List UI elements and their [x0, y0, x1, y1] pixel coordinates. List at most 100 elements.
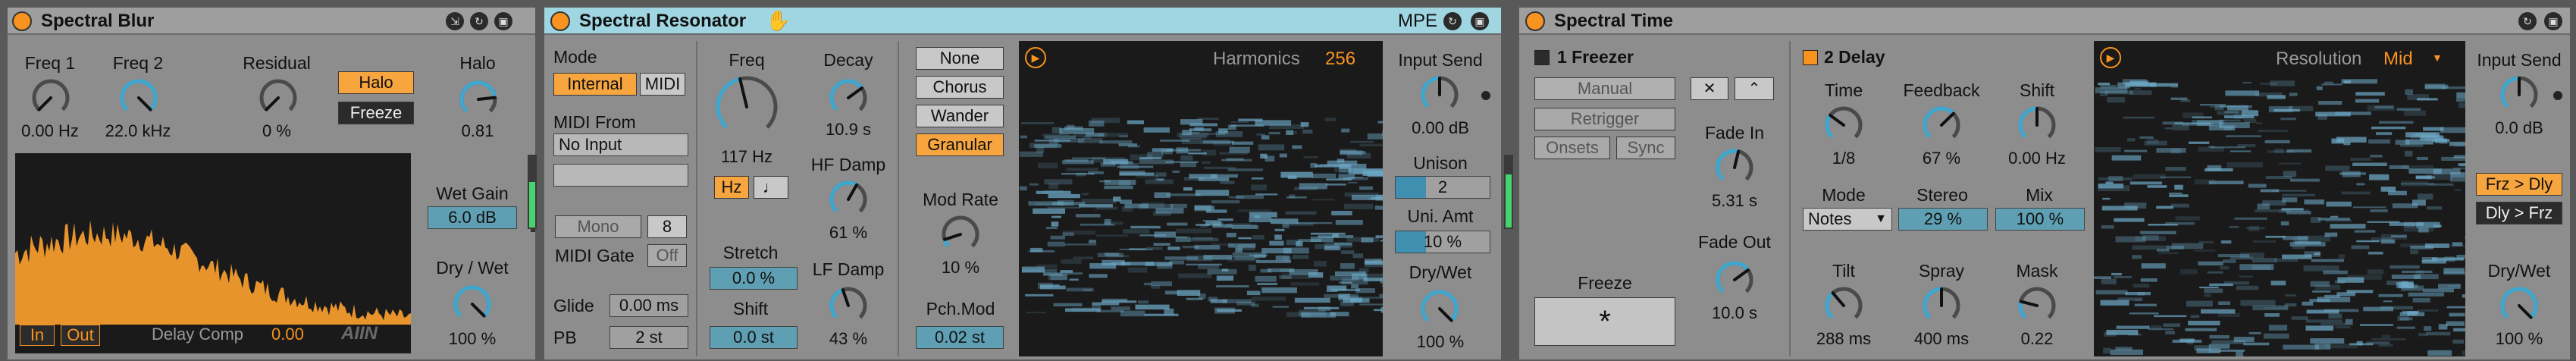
blur-freeze-button[interactable]: Freeze	[338, 102, 414, 124]
resonator-pchmod-field[interactable]: 0.02 st	[916, 326, 1004, 349]
resonator-drywet-knob[interactable]	[1419, 288, 1460, 329]
time-mix-field[interactable]: 100 %	[1995, 208, 2085, 231]
time-frz-dly-button[interactable]: Frz > Dly	[2476, 173, 2562, 196]
resonator-save-icon[interactable]: ▣	[1471, 12, 1489, 30]
spectral-blur-device: Spectral Blur ⇲ ↻ ▣ Freq 1 0.00 Hz Freq …	[6, 6, 537, 361]
time-spray-knob[interactable]	[1921, 285, 1962, 326]
resonator-midi-channel-select[interactable]	[553, 164, 688, 187]
blur-wet-gain-value: 6.0 dB	[448, 208, 497, 227]
time-shift-knob[interactable]	[2017, 105, 2057, 146]
resonator-stretch-field[interactable]: 0.0 %	[710, 267, 798, 290]
resonator-modrate-knob[interactable]	[940, 214, 981, 255]
blur-save-icon[interactable]: ▣	[494, 12, 512, 30]
resonator-decay-knob[interactable]	[828, 77, 869, 118]
blur-reset-icon[interactable]: ↻	[470, 12, 488, 30]
resonator-shift-field[interactable]: 0.0 st	[710, 326, 798, 349]
resonator-decay-value: 10.9 s	[826, 120, 871, 139]
blur-delay-comp-label: Delay Comp	[152, 325, 244, 344]
resonator-midi-gate-label: MIDI Gate	[555, 246, 635, 265]
resonator-mode-midi[interactable]: MIDI	[640, 73, 685, 96]
resonator-power-button[interactable]	[550, 11, 570, 31]
blur-out-button[interactable]: Out	[61, 325, 100, 346]
time-mask-knob[interactable]	[2017, 285, 2057, 326]
resonator-mod-none[interactable]: None	[916, 47, 1004, 70]
resonator-lfdamp-value: 43 %	[829, 329, 868, 348]
blur-power-button[interactable]	[12, 11, 32, 31]
divider	[1789, 41, 1791, 356]
resonator-voices-field[interactable]: 8	[647, 215, 687, 238]
time-power-button[interactable]	[1525, 11, 1545, 31]
time-sidechain-dot[interactable]	[2553, 91, 2562, 100]
time-retrigger-button[interactable]: Retrigger	[1534, 108, 1675, 130]
resonator-mode-internal[interactable]: Internal	[553, 73, 637, 96]
blur-drywet-knob[interactable]	[452, 284, 493, 325]
resonator-lfdamp-knob[interactable]	[828, 285, 869, 326]
resonator-hfdamp-knob[interactable]	[828, 179, 869, 220]
time-sync-button[interactable]: Sync	[1616, 137, 1675, 159]
resonator-play-icon[interactable]: ▶	[1025, 47, 1046, 68]
resonator-unison-field[interactable]: 2	[1395, 176, 1490, 199]
blur-hotswap-icon[interactable]: ⇲	[446, 12, 464, 30]
time-freeze-button[interactable]: *	[1534, 297, 1675, 346]
chevron-down-icon[interactable]: ▼	[2432, 52, 2443, 64]
time-fadeout-knob[interactable]	[1714, 259, 1755, 300]
time-fadein-knob[interactable]	[1714, 147, 1755, 188]
time-resolution-value[interactable]: Mid	[2383, 49, 2413, 70]
blur-residual-knob[interactable]	[258, 77, 299, 118]
time-drywet-knob[interactable]	[2499, 285, 2540, 326]
blur-halo-knob[interactable]	[458, 79, 499, 120]
resonator-title-bar: Spectral Resonator ✋ MPE ↻ ▣	[544, 8, 1501, 35]
resonator-hz-button[interactable]: Hz	[714, 176, 749, 199]
time-tilt-knob[interactable]	[1823, 285, 1864, 326]
freezer-checkbox[interactable]	[1534, 50, 1550, 65]
resonator-note-button[interactable]: ♩	[754, 176, 788, 199]
blur-in-button[interactable]: In	[20, 325, 55, 346]
time-time-knob[interactable]	[1823, 105, 1864, 146]
resonator-drywet-value: 100 %	[1416, 332, 1465, 351]
fade-shape-icon[interactable]: ⌃	[1735, 77, 1774, 100]
resonator-sidechain-dot[interactable]	[1481, 91, 1490, 100]
time-resolution-label: Resolution	[2276, 49, 2362, 69]
resonator-pb-label: PB	[553, 328, 577, 347]
resonator-midi-gate-button[interactable]: Off	[647, 244, 687, 267]
resonator-hfdamp-value: 61 %	[829, 223, 868, 242]
blur-wet-gain-field[interactable]: 6.0 dB	[428, 206, 517, 229]
time-dly-frz-button[interactable]: Dly > Frz	[2476, 202, 2562, 224]
time-feedback-knob[interactable]	[1921, 105, 1962, 146]
resonator-reset-icon[interactable]: ↻	[1443, 12, 1462, 30]
resonator-mod-wander[interactable]: Wander	[916, 105, 1004, 127]
blur-halo-label: Halo	[459, 53, 496, 73]
resonator-uniamt-field[interactable]: 10 %	[1395, 231, 1490, 253]
fade-crossfade-icon[interactable]: ✕	[1691, 77, 1728, 100]
time-spray-label: Spray	[1918, 261, 1965, 281]
time-input-send-value: 0.0 dB	[2495, 118, 2543, 137]
blur-spectrum-display: In Out Delay Comp 0.00 AIIN	[15, 153, 411, 353]
resonator-mod-granular[interactable]: Granular	[916, 133, 1004, 156]
time-input-send-knob[interactable]	[2499, 74, 2540, 115]
time-reset-icon[interactable]: ↻	[2518, 12, 2537, 30]
time-mode-select[interactable]: Notes ▼	[1803, 208, 1892, 231]
resonator-input-send-knob[interactable]	[1419, 74, 1460, 115]
resonator-freq-knob[interactable]	[714, 74, 779, 140]
time-save-icon[interactable]: ▣	[2544, 12, 2562, 30]
resonator-glide-field[interactable]: 0.00 ms	[610, 294, 688, 317]
resonator-mono-button[interactable]: Mono	[555, 215, 641, 238]
resonator-mpe-label[interactable]: MPE	[1398, 11, 1437, 32]
time-onsets-button[interactable]: Onsets	[1534, 137, 1610, 159]
time-play-icon[interactable]: ▶	[2100, 47, 2121, 68]
blur-freq1-knob[interactable]	[30, 77, 71, 118]
time-time-value: 1/8	[1832, 149, 1856, 168]
time-manual-button[interactable]: Manual	[1534, 77, 1675, 100]
time-stereo-field[interactable]: 29 %	[1898, 208, 1988, 231]
resonator-harmonics-value[interactable]: 256	[1325, 49, 1355, 70]
blur-halo-button[interactable]: Halo	[338, 71, 414, 94]
time-fadeout-value: 10.0 s	[1712, 303, 1757, 322]
blur-freq2-knob[interactable]	[118, 77, 159, 118]
delay-checkbox[interactable]	[1803, 50, 1818, 65]
resonator-mod-chorus[interactable]: Chorus	[916, 76, 1004, 99]
resonator-unison-label: Unison	[1413, 153, 1468, 173]
resonator-modrate-label: Mod Rate	[923, 190, 998, 209]
resonator-midi-from-select[interactable]: No Input	[553, 133, 688, 156]
blur-drywet-label: Dry / Wet	[436, 258, 509, 278]
resonator-pb-field[interactable]: 2 st	[610, 326, 688, 349]
